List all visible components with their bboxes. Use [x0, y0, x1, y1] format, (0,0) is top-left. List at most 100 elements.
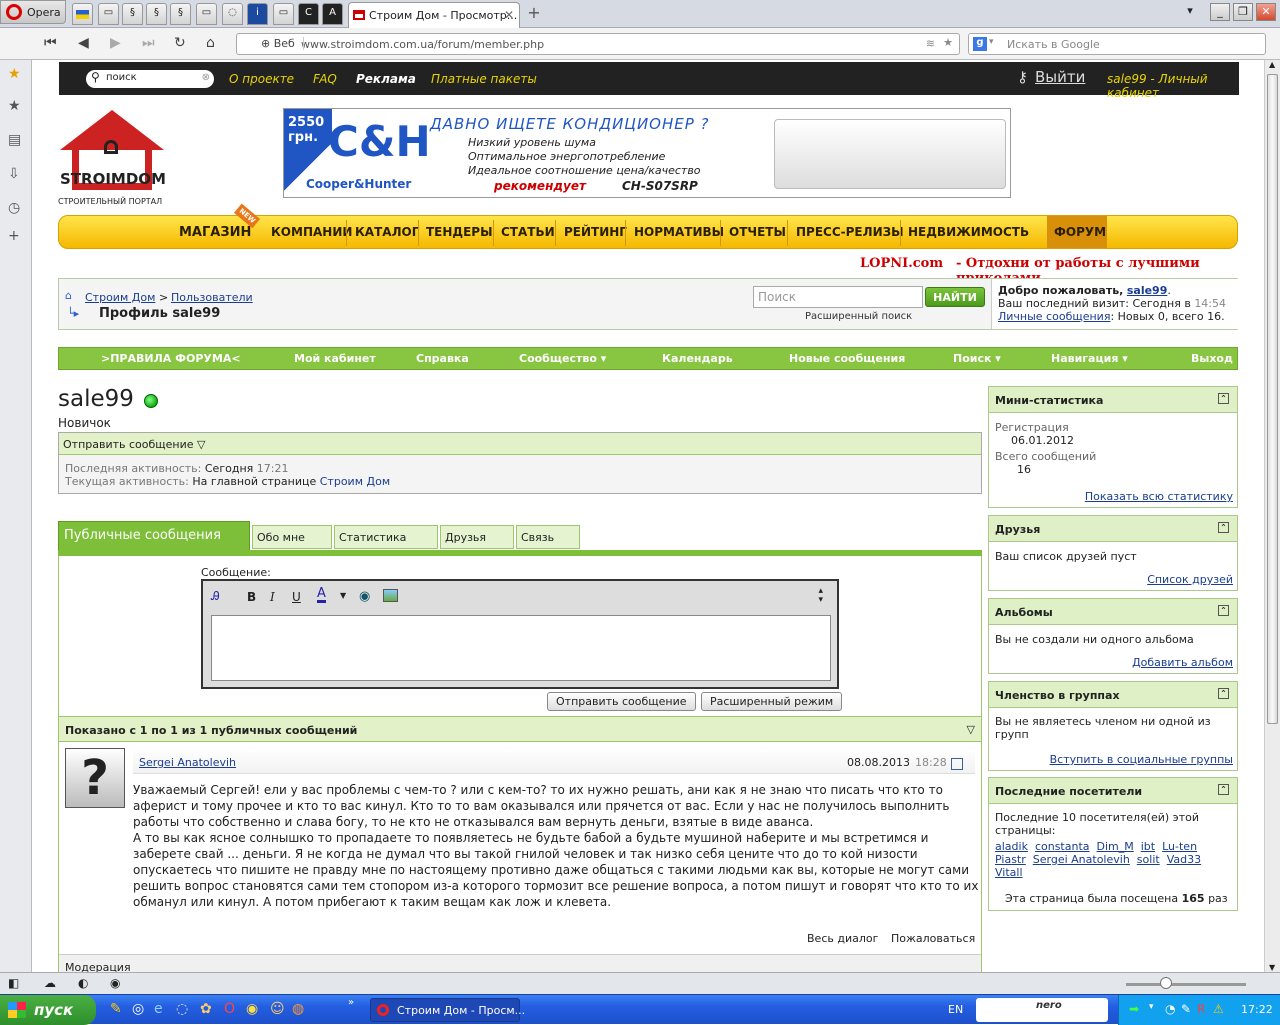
- chrome-icon[interactable]: ◉: [246, 1001, 258, 1017]
- tab-about[interactable]: Обо мне: [252, 525, 332, 549]
- speaker-icon[interactable]: ◐: [78, 976, 88, 990]
- select-message-checkbox[interactable]: [951, 758, 963, 770]
- show-all-stats-link[interactable]: Показать всю статистику: [1085, 490, 1233, 503]
- advanced-mode-button[interactable]: Расширенный режим: [701, 692, 843, 711]
- scroll-down-icon[interactable]: ▼: [1269, 963, 1275, 972]
- message-author[interactable]: Sergei Anatolevih: [139, 756, 236, 769]
- notes-icon[interactable]: ▤: [8, 132, 21, 148]
- pinned-tab-blank[interactable]: ▭: [196, 3, 217, 25]
- history-icon[interactable]: ◷: [8, 200, 20, 216]
- menu-tenders[interactable]: ТЕНДЕРЫ: [426, 225, 493, 239]
- nero-search-box[interactable]: nero: [976, 998, 1108, 1022]
- page-scrollbar[interactable]: ▲ ▼: [1264, 60, 1280, 972]
- report-link[interactable]: Пожаловаться: [891, 932, 975, 945]
- tray-icon[interactable]: ✎: [1181, 1002, 1191, 1016]
- clock[interactable]: 17:22: [1241, 1003, 1273, 1016]
- bold-icon[interactable]: B: [247, 590, 256, 604]
- underline-icon[interactable]: U: [292, 590, 301, 604]
- close-tab-icon[interactable]: ✕: [504, 8, 514, 22]
- ie-icon[interactable]: e: [154, 1001, 163, 1017]
- rss-icon[interactable]: ≋: [926, 37, 935, 50]
- visitor-link[interactable]: Sergei Anatolevih: [1033, 853, 1130, 866]
- collapse-box-icon[interactable]: ⌃: [1218, 522, 1229, 533]
- link-paid-packages[interactable]: Платные пакеты: [431, 72, 537, 86]
- font-color-icon[interactable]: A: [317, 587, 326, 603]
- rewind-icon[interactable]: ⏮: [44, 35, 57, 51]
- visitor-link[interactable]: Vitall: [995, 866, 1023, 879]
- visitor-link[interactable]: constanta: [1035, 840, 1090, 853]
- insert-link-icon[interactable]: ◉: [359, 589, 370, 604]
- bookmarks-star-icon[interactable]: ★: [8, 66, 21, 82]
- breadcrumb-home[interactable]: Строим Дом: [85, 291, 155, 304]
- turbo-icon[interactable]: ☁: [44, 976, 56, 990]
- lopni-ad-link[interactable]: LOPNI.com: [860, 256, 943, 271]
- view-icon[interactable]: ◉: [110, 976, 120, 990]
- tray-expand-icon[interactable]: ▾: [1149, 1002, 1154, 1012]
- friends-list-link[interactable]: Список друзей: [1147, 573, 1233, 586]
- forum-search-button[interactable]: НАЙТИ: [925, 287, 985, 307]
- favorites-icon[interactable]: ★: [8, 98, 21, 114]
- tray-icon[interactable]: ◔: [1165, 1002, 1175, 1016]
- start-button[interactable]: пуск: [0, 995, 96, 1025]
- pinned-tab-a[interactable]: A: [322, 3, 343, 25]
- menu-rating[interactable]: РЕЙТИНГ: [564, 225, 627, 239]
- menu-forum[interactable]: ФОРУМ: [1054, 225, 1106, 239]
- search-engine-dropdown-icon[interactable]: ▾: [989, 37, 994, 47]
- menu-reports[interactable]: ОТЧЕТЫ: [729, 225, 786, 239]
- downloads-icon[interactable]: ⇩: [8, 166, 20, 182]
- ad-banner[interactable]: 2550 грн. C&H Cooper&Hunter ДАВНО ИЩЕТЕ …: [283, 108, 1011, 198]
- visitor-link[interactable]: Dim_M: [1097, 840, 1134, 853]
- nav-rules[interactable]: >ПРАВИЛА ФОРУМА<: [101, 352, 241, 365]
- nav-help[interactable]: Справка: [416, 352, 469, 365]
- url-field[interactable]: ⊕ Веб www.stroimdom.com.ua/forum/member.…: [236, 33, 960, 55]
- pinned-tab-c[interactable]: C: [298, 3, 319, 25]
- menu-standards[interactable]: НОРМАТИВЫ: [634, 225, 724, 239]
- scrollbar-thumb[interactable]: [1267, 74, 1278, 724]
- tab-contact[interactable]: Связь: [516, 525, 580, 549]
- avatar[interactable]: ?: [65, 748, 125, 808]
- nav-my-cabinet[interactable]: Мой кабинет: [294, 352, 376, 365]
- language-indicator[interactable]: EN: [948, 1003, 963, 1016]
- site-search-input[interactable]: ⚲ поиск ⊗: [86, 70, 214, 88]
- pinned-tab-loading[interactable]: ◌: [222, 3, 243, 25]
- visitor-link[interactable]: ibt: [1141, 840, 1155, 853]
- tab-statistics[interactable]: Статистика: [334, 525, 438, 549]
- pinned-tab-flag[interactable]: [72, 3, 93, 25]
- close-window-button[interactable]: ✕: [1256, 3, 1276, 21]
- quicklaunch-icon[interactable]: ☺: [270, 1001, 285, 1017]
- color-dropdown-icon[interactable]: ▼: [340, 591, 346, 600]
- nav-new-posts[interactable]: Новые сообщения: [789, 352, 905, 365]
- quicklaunch-icon[interactable]: ✎: [110, 1001, 122, 1017]
- collapse-icon[interactable]: ▽: [967, 723, 975, 736]
- opera-icon[interactable]: O: [224, 1001, 235, 1017]
- nav-logout[interactable]: Выход: [1191, 352, 1233, 365]
- tab-public-messages[interactable]: Публичные сообщения: [58, 521, 250, 551]
- pinned-tab-green-1[interactable]: §: [122, 3, 143, 25]
- clear-search-icon[interactable]: ⊗: [202, 72, 210, 83]
- chevron-down-icon[interactable]: ▽: [197, 438, 205, 451]
- italic-icon[interactable]: I: [270, 590, 275, 604]
- menu-articles[interactable]: СТАТЬИ: [501, 225, 555, 239]
- nav-navigation[interactable]: Навигация ▾: [1051, 352, 1128, 365]
- pinned-tab-blank-2[interactable]: ▭: [273, 3, 294, 25]
- minimize-button[interactable]: _: [1210, 3, 1230, 21]
- menu-catalog[interactable]: КАТАЛОГ: [355, 225, 419, 239]
- visitor-link[interactable]: Lu-ten: [1162, 840, 1197, 853]
- pinned-tab-green-3[interactable]: §: [170, 3, 191, 25]
- add-album-link[interactable]: Добавить альбом: [1132, 656, 1233, 669]
- message-textarea[interactable]: [211, 615, 831, 681]
- forward-icon[interactable]: ▶: [110, 35, 121, 51]
- advanced-search-link[interactable]: Расширенный поиск: [805, 311, 912, 322]
- forum-search-input[interactable]: Поиск: [753, 286, 923, 308]
- panel-toggle-icon[interactable]: ◧: [8, 976, 19, 990]
- welcome-username[interactable]: sale99: [1127, 284, 1168, 297]
- send-message-button[interactable]: Отправить сообщение: [547, 692, 696, 711]
- visitor-link[interactable]: solit: [1137, 853, 1160, 866]
- scroll-up-icon[interactable]: ▲: [1269, 60, 1275, 69]
- menu-shop[interactable]: МАГАЗИН: [179, 225, 251, 240]
- maximize-button[interactable]: ❐: [1233, 3, 1253, 21]
- active-tab[interactable]: Строим Дом - Просмотр... ✕: [348, 2, 520, 28]
- quicklaunch-icon[interactable]: ✿: [200, 1001, 212, 1017]
- reload-icon[interactable]: ↻: [174, 35, 186, 51]
- nav-community[interactable]: Сообщество ▾: [519, 352, 606, 365]
